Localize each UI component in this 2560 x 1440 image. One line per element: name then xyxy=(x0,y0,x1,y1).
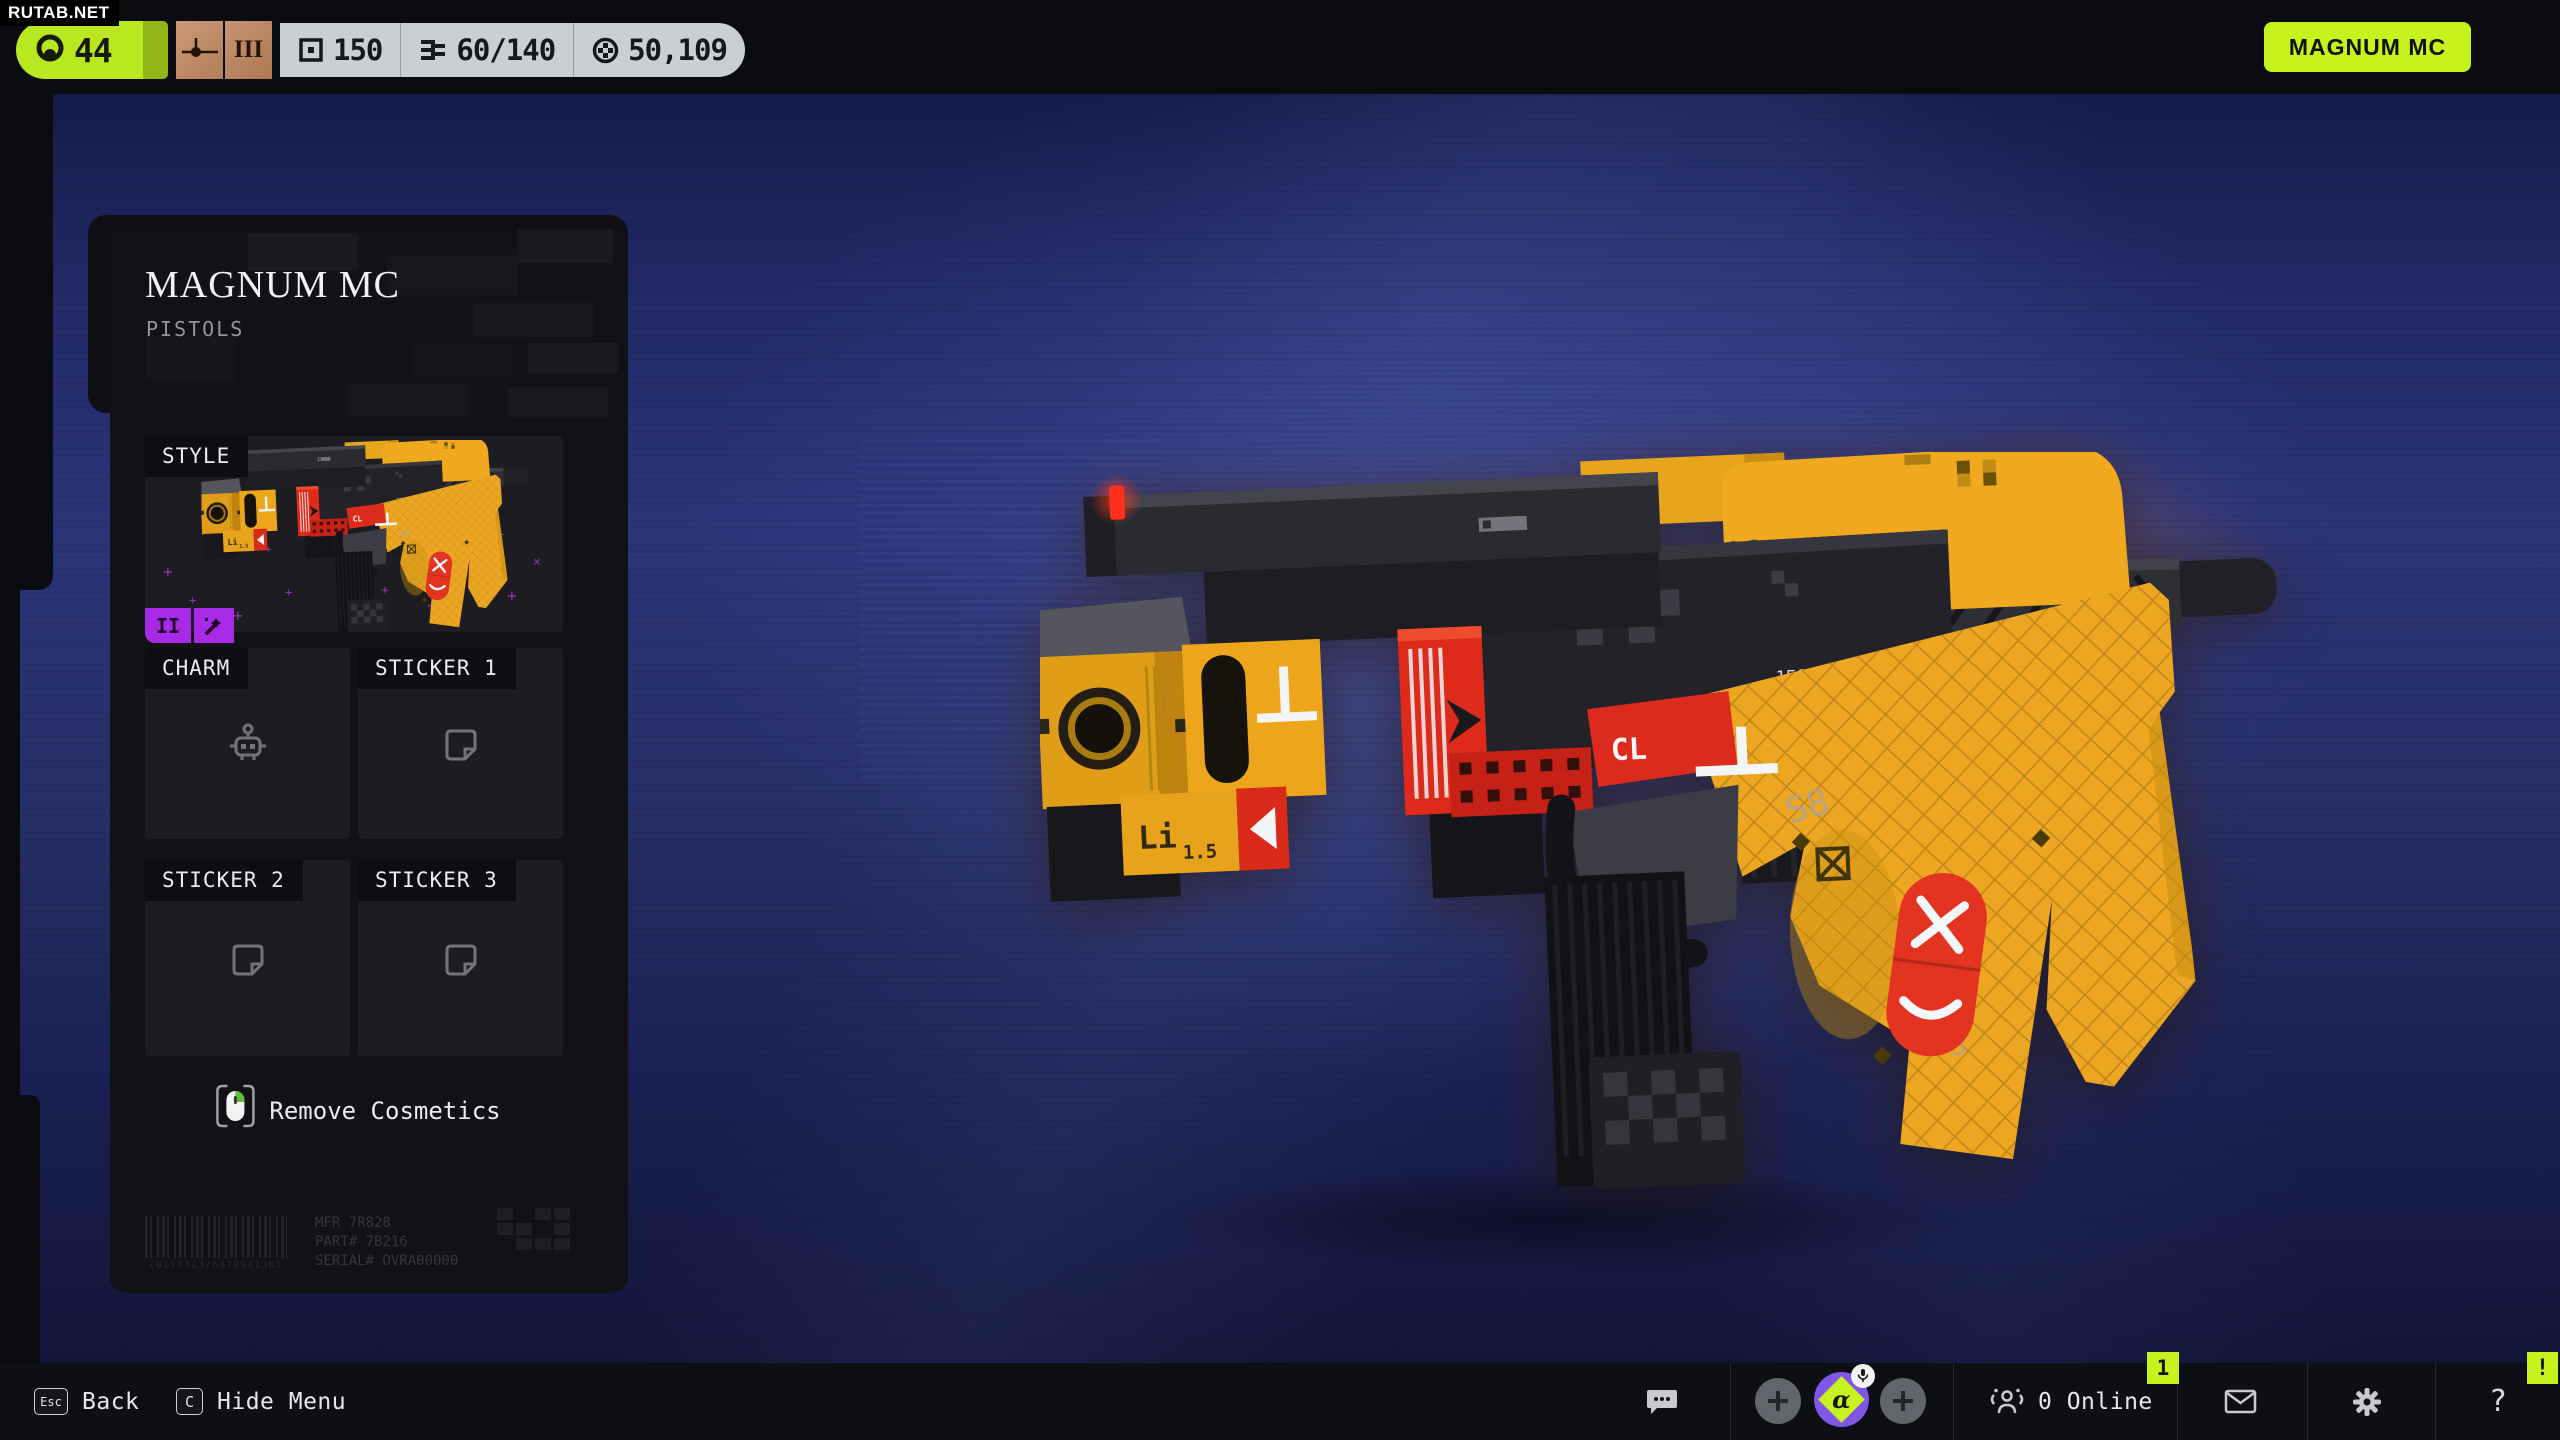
battlepass-counter[interactable]: 60/140 xyxy=(400,23,573,77)
c-keycap: C xyxy=(176,1388,203,1415)
rank-emblem[interactable]: III xyxy=(176,21,272,79)
panel-weapon-category: PISTOLS xyxy=(146,317,244,341)
vouchers-counter[interactable]: 150 xyxy=(280,23,400,77)
sticker2-slot-tile[interactable]: STICKER 2 xyxy=(145,860,350,1056)
style-slot-label: STYLE xyxy=(145,436,248,477)
equipped-weapon-button[interactable]: MAGNUM MC xyxy=(2264,22,2471,72)
envelope-icon xyxy=(2224,1389,2257,1414)
gear-icon xyxy=(2351,1386,2383,1418)
people-icon xyxy=(1988,1387,2026,1417)
fine-print-part: PART# 7B216 xyxy=(315,1233,458,1252)
layers-icon xyxy=(419,37,447,63)
help-button[interactable]: ? xyxy=(2489,1363,2507,1440)
sticker-icon xyxy=(226,938,270,986)
rotate-left-button[interactable] xyxy=(1755,1378,1801,1424)
charm-slot-label: CHARM xyxy=(145,648,248,689)
charm-robot-icon xyxy=(224,721,272,773)
fine-print-mfr: MFR 7R828 xyxy=(315,1214,458,1233)
mail-button[interactable] xyxy=(2224,1363,2257,1440)
rank-numeral: III xyxy=(234,36,263,64)
left-edge-tab-upper xyxy=(0,94,53,590)
sticker3-slot-label: STICKER 3 xyxy=(358,860,516,901)
rank-crosshair-icon xyxy=(176,21,223,79)
sticker-icon xyxy=(439,938,483,986)
sticker-icon xyxy=(439,723,483,771)
sticker1-slot-tile[interactable]: STICKER 1 xyxy=(358,648,563,839)
level-icon xyxy=(32,32,68,68)
coin-icon xyxy=(592,37,619,64)
panel-fine-print: (01)1123/64789413B1 MFR 7R828 PART# 7B21… xyxy=(145,1208,575,1278)
fine-print-glyph-art xyxy=(497,1208,570,1250)
settings-button[interactable] xyxy=(2351,1363,2383,1440)
customization-panel: MAGNUM MC PISTOLS + + + + + + + × + × + … xyxy=(110,230,628,1293)
coins-value: 50,109 xyxy=(628,33,727,67)
style-tier-badge: II xyxy=(145,608,234,643)
panel-weapon-title: MAGNUM MC xyxy=(145,263,400,307)
voucher-icon xyxy=(298,37,324,63)
style-wand-icon xyxy=(194,608,234,643)
level-badge[interactable]: 44 xyxy=(16,21,143,79)
style-slot-tile[interactable]: + + + + + + + × + × + + STYLE II xyxy=(145,436,563,632)
rotate-right-button[interactable] xyxy=(1880,1378,1926,1424)
chat-button[interactable] xyxy=(1645,1363,1679,1440)
level-progress-strip xyxy=(143,21,168,79)
plus-icon xyxy=(1767,1390,1789,1412)
hide-menu-label: Hide Menu xyxy=(217,1389,346,1415)
mouse-icon xyxy=(215,1084,255,1138)
barcode-caption: (01)1123/64789413B1 xyxy=(149,1260,282,1271)
style-tier-value: II xyxy=(145,608,191,643)
avatar-glyph: α xyxy=(1832,1385,1850,1414)
rank-tier-tile: III xyxy=(225,21,272,79)
level-value: 44 xyxy=(74,31,112,70)
party-notification-badge: 1 xyxy=(2147,1352,2179,1384)
fine-print-serial: SERIAL# OVRA00000 xyxy=(315,1252,458,1271)
plus-icon xyxy=(1892,1390,1914,1412)
alert-notification-badge: ! xyxy=(2527,1352,2558,1384)
microphone-badge xyxy=(1851,1364,1875,1388)
player-hud: 44 III 150 60/140 xyxy=(16,21,745,79)
vouchers-value: 150 xyxy=(333,33,382,67)
online-count-label: 0 Online xyxy=(2038,1389,2153,1415)
hide-menu-button[interactable]: C Hide Menu xyxy=(176,1363,346,1440)
sticker1-slot-label: STICKER 1 xyxy=(358,648,516,689)
currency-bar: 150 60/140 50,109 xyxy=(280,23,745,77)
sticker3-slot-tile[interactable]: STICKER 3 xyxy=(358,860,563,1056)
weapon-customization-screen: L2 1E69F5 xyxy=(0,0,2560,1440)
online-status[interactable]: 0 Online xyxy=(1988,1363,2153,1440)
sticker2-slot-label: STICKER 2 xyxy=(145,860,303,901)
site-watermark: RUTAB.NET xyxy=(0,0,119,26)
chat-icon xyxy=(1645,1387,1679,1417)
barcode-graphic xyxy=(145,1216,287,1258)
player-avatar[interactable]: α xyxy=(1814,1372,1869,1427)
remove-cosmetics-button[interactable]: Remove Cosmetics xyxy=(209,1083,506,1139)
coins-counter[interactable]: 50,109 xyxy=(573,23,745,77)
esc-keycap: Esc xyxy=(34,1388,68,1415)
left-edge-tab-lower xyxy=(0,1095,40,1363)
question-mark-icon: ? xyxy=(2489,1384,2507,1419)
back-button[interactable]: Esc Back xyxy=(34,1363,139,1440)
back-label: Back xyxy=(82,1389,139,1415)
weapon-3d-render[interactable] xyxy=(1040,452,2290,1192)
charm-slot-tile[interactable]: CHARM xyxy=(145,648,350,839)
remove-cosmetics-label: Remove Cosmetics xyxy=(269,1097,500,1125)
battlepass-value: 60/140 xyxy=(456,33,555,67)
